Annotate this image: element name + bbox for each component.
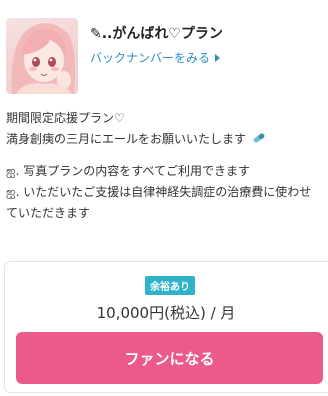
description-line: 期間限定応援プラン♡ bbox=[6, 111, 125, 125]
description-line: ஐ. 写真プランの内容をすべてご利用できます bbox=[6, 164, 250, 178]
plan-thumbnail[interactable] bbox=[6, 18, 78, 94]
description-text: 満身創痍の三月にエールをお願いいたします bbox=[6, 132, 247, 146]
become-fan-button[interactable]: ファンになる bbox=[16, 332, 323, 384]
plan-description: 期間限定応援プラン♡ 満身創痍の三月にエールをお願いいたします ஐ. 写真プラン… bbox=[6, 108, 328, 224]
plan-page: ✎..がんばれ♡プラン バックナンバーをみる 期間限定応援プラン♡ 満身創痍の三… bbox=[0, 0, 328, 396]
plan-price-card: 余裕あり 10,000円(税込) / 月 ファンになる bbox=[4, 261, 328, 393]
plan-title: ✎..がんばれ♡プラン bbox=[90, 26, 223, 42]
description-line-with-icon: 満身創痍の三月にエールをお願いいたします bbox=[6, 129, 328, 152]
plan-price: 10,000円(税込) / 月 bbox=[96, 304, 236, 322]
pill-capsule-icon bbox=[252, 131, 266, 152]
backnumber-label[interactable]: バックナンバーをみる bbox=[90, 49, 210, 66]
caret-right-icon bbox=[215, 53, 221, 62]
plan-header: ✎..がんばれ♡プラン バックナンバーをみる bbox=[6, 18, 328, 98]
description-line: ஐ. いただいたご支援は自律神経失調症の治療費に使わせ bbox=[6, 185, 312, 199]
anime-girl-illustration bbox=[11, 23, 76, 94]
availability-badge: 余裕あり bbox=[145, 276, 195, 295]
backnumber-link[interactable]: バックナンバーをみる bbox=[90, 49, 221, 66]
description-line: ていただきます bbox=[6, 206, 91, 220]
